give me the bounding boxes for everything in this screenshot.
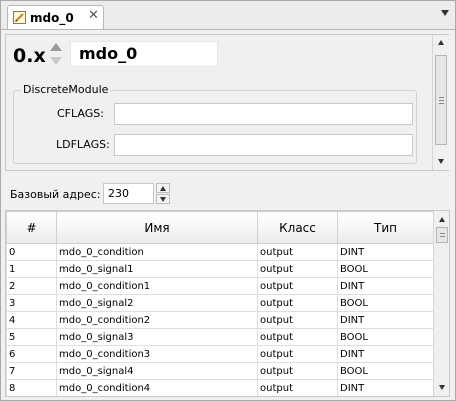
cell-type: DINT — [337, 311, 434, 329]
scroll-thumb[interactable] — [435, 55, 447, 145]
table-row[interactable]: 4 mdo_0_condition2 output DINT — [6, 311, 434, 329]
cell-index: 3 — [6, 294, 57, 312]
cell-index: 1 — [6, 260, 57, 278]
scroll-up-icon[interactable] — [439, 217, 445, 222]
cell-name: mdo_0_condition — [56, 243, 258, 261]
cell-type: DINT — [337, 243, 434, 261]
base-address-label: Базовый адрес: — [10, 188, 101, 201]
cell-index: 4 — [6, 311, 57, 329]
spin-up-button[interactable] — [156, 183, 170, 193]
cell-name: mdo_0_signal4 — [56, 362, 258, 380]
cell-name: mdo_0_signal2 — [56, 294, 258, 312]
cell-type: DINT — [337, 277, 434, 295]
cell-type: DINT — [337, 345, 434, 363]
cell-index: 6 — [6, 345, 57, 363]
version-label: 0.x — [13, 45, 46, 67]
panel-scrollbar[interactable] — [432, 35, 449, 170]
cell-name: mdo_0_signal1 — [56, 260, 258, 278]
column-header-type[interactable]: Тип — [337, 211, 434, 244]
column-header-class[interactable]: Класс — [257, 211, 338, 244]
table-header: # Имя Класс Тип — [6, 211, 434, 244]
table-scroll-thumb[interactable] — [436, 227, 448, 243]
table-row[interactable]: 1 mdo_0_signal1 output BOOL — [6, 260, 434, 278]
cell-class: output — [257, 243, 338, 261]
cell-name: mdo_0_condition2 — [56, 311, 258, 329]
table-row[interactable]: 7 mdo_0_signal4 output BOOL — [6, 362, 434, 380]
spin-down-button[interactable] — [156, 194, 170, 204]
cell-type: DINT — [337, 379, 434, 396]
cell-name: mdo_0_condition4 — [56, 379, 258, 396]
module-name-field[interactable]: mdo_0 — [70, 41, 218, 67]
cell-index: 0 — [6, 243, 57, 261]
column-header-index[interactable]: # — [6, 211, 57, 244]
table-row[interactable]: 0 mdo_0_condition output DINT — [6, 243, 434, 261]
scroll-down-icon[interactable] — [439, 385, 445, 390]
table-row[interactable]: 6 mdo_0_condition3 output DINT — [6, 345, 434, 363]
cell-class: output — [257, 311, 338, 329]
cell-name: mdo_0_condition1 — [56, 277, 258, 295]
cell-class: output — [257, 328, 338, 346]
close-icon[interactable]: ✕ — [88, 8, 99, 23]
table-row[interactable]: 8 mdo_0_condition4 output DINT — [6, 379, 434, 396]
chevron-up-icon — [160, 186, 166, 191]
scroll-up-icon[interactable] — [438, 40, 444, 45]
tab-bar: mdo_0 ✕ — [1, 1, 455, 30]
chevron-down-icon — [160, 197, 166, 202]
signals-table: # Имя Класс Тип 0 mdo_0_condition output DI… — [5, 210, 450, 397]
scroll-down-icon[interactable] — [438, 159, 444, 164]
tab-mdo-0[interactable]: mdo_0 ✕ — [7, 5, 104, 29]
cell-index: 5 — [6, 328, 57, 346]
cell-type: BOOL — [337, 294, 434, 312]
cell-class: output — [257, 345, 338, 363]
column-header-name[interactable]: Имя — [56, 211, 258, 244]
ldflags-input[interactable] — [114, 134, 413, 156]
cell-type: BOOL — [337, 362, 434, 380]
base-address-spinner[interactable] — [156, 183, 170, 204]
base-address-value: 230 — [108, 187, 129, 200]
ldflags-label: LDFLAGS: — [56, 138, 110, 151]
cflags-input[interactable] — [114, 103, 413, 125]
cell-name: mdo_0_condition3 — [56, 345, 258, 363]
table-scrollbar[interactable] — [433, 211, 449, 396]
cell-class: output — [257, 379, 338, 396]
version-down-icon[interactable] — [50, 57, 62, 65]
cell-type: BOOL — [337, 328, 434, 346]
version-up-icon[interactable] — [50, 43, 62, 51]
cell-class: output — [257, 260, 338, 278]
chevron-down-icon[interactable] — [441, 10, 449, 16]
cell-type: BOOL — [337, 260, 434, 278]
cell-class: output — [257, 277, 338, 295]
module-properties-panel: 0.x mdo_0 DiscreteModule CFLAGS: LDFLAGS… — [5, 34, 449, 171]
table-row[interactable]: 3 mdo_0_signal2 output BOOL — [6, 294, 434, 312]
tab-title: mdo_0 — [30, 11, 74, 25]
table-row[interactable]: 2 mdo_0_condition1 output DINT — [6, 277, 434, 295]
table-row[interactable]: 5 mdo_0_signal3 output BOOL — [6, 328, 434, 346]
cell-name: mdo_0_signal3 — [56, 328, 258, 346]
discrete-module-group: DiscreteModule CFLAGS: LDFLAGS: — [13, 83, 417, 164]
cflags-label: CFLAGS: — [57, 107, 104, 120]
base-address-input[interactable]: 230 — [103, 183, 154, 204]
group-title: DiscreteModule — [21, 83, 111, 96]
cell-index: 7 — [6, 362, 57, 380]
editor-window: mdo_0 ✕ 0.x mdo_0 DiscreteModule CFLAGS:… — [0, 0, 456, 401]
edit-icon — [13, 11, 26, 24]
cell-class: output — [257, 362, 338, 380]
module-name-value: mdo_0 — [79, 44, 138, 63]
cell-index: 2 — [6, 277, 57, 295]
cell-class: output — [257, 294, 338, 312]
cell-index: 8 — [6, 379, 57, 396]
